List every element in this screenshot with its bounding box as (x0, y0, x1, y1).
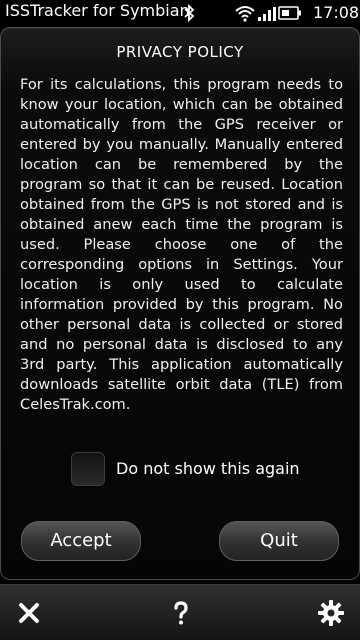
help-icon[interactable] (167, 599, 195, 627)
gear-icon[interactable] (317, 599, 345, 627)
privacy-dialog: PRIVACY POLICY For its calculations, thi… (0, 27, 360, 580)
quit-button[interactable]: Quit (219, 521, 339, 561)
do-not-show-label[interactable]: Do not show this again (116, 459, 300, 478)
battery-icon (278, 6, 301, 20)
policy-text: For its calculations, this program needs… (20, 76, 343, 413)
accept-button[interactable]: Accept (21, 521, 141, 561)
do-not-show-checkbox[interactable] (71, 452, 105, 486)
dialog-title: PRIVACY POLICY (116, 43, 244, 61)
app-title: ISSTracker for Symbian (5, 1, 190, 20)
do-not-show-row[interactable]: Do not show this again (71, 452, 311, 486)
clock: 17:08 (313, 3, 360, 22)
signal-strength-icon (258, 7, 276, 21)
wifi-icon (235, 6, 255, 22)
close-icon[interactable] (15, 599, 43, 627)
bottom-toolbar (0, 584, 360, 640)
status-bar: ISSTracker for Symbian 17:08 (0, 0, 360, 26)
bluetooth-icon (184, 4, 195, 22)
